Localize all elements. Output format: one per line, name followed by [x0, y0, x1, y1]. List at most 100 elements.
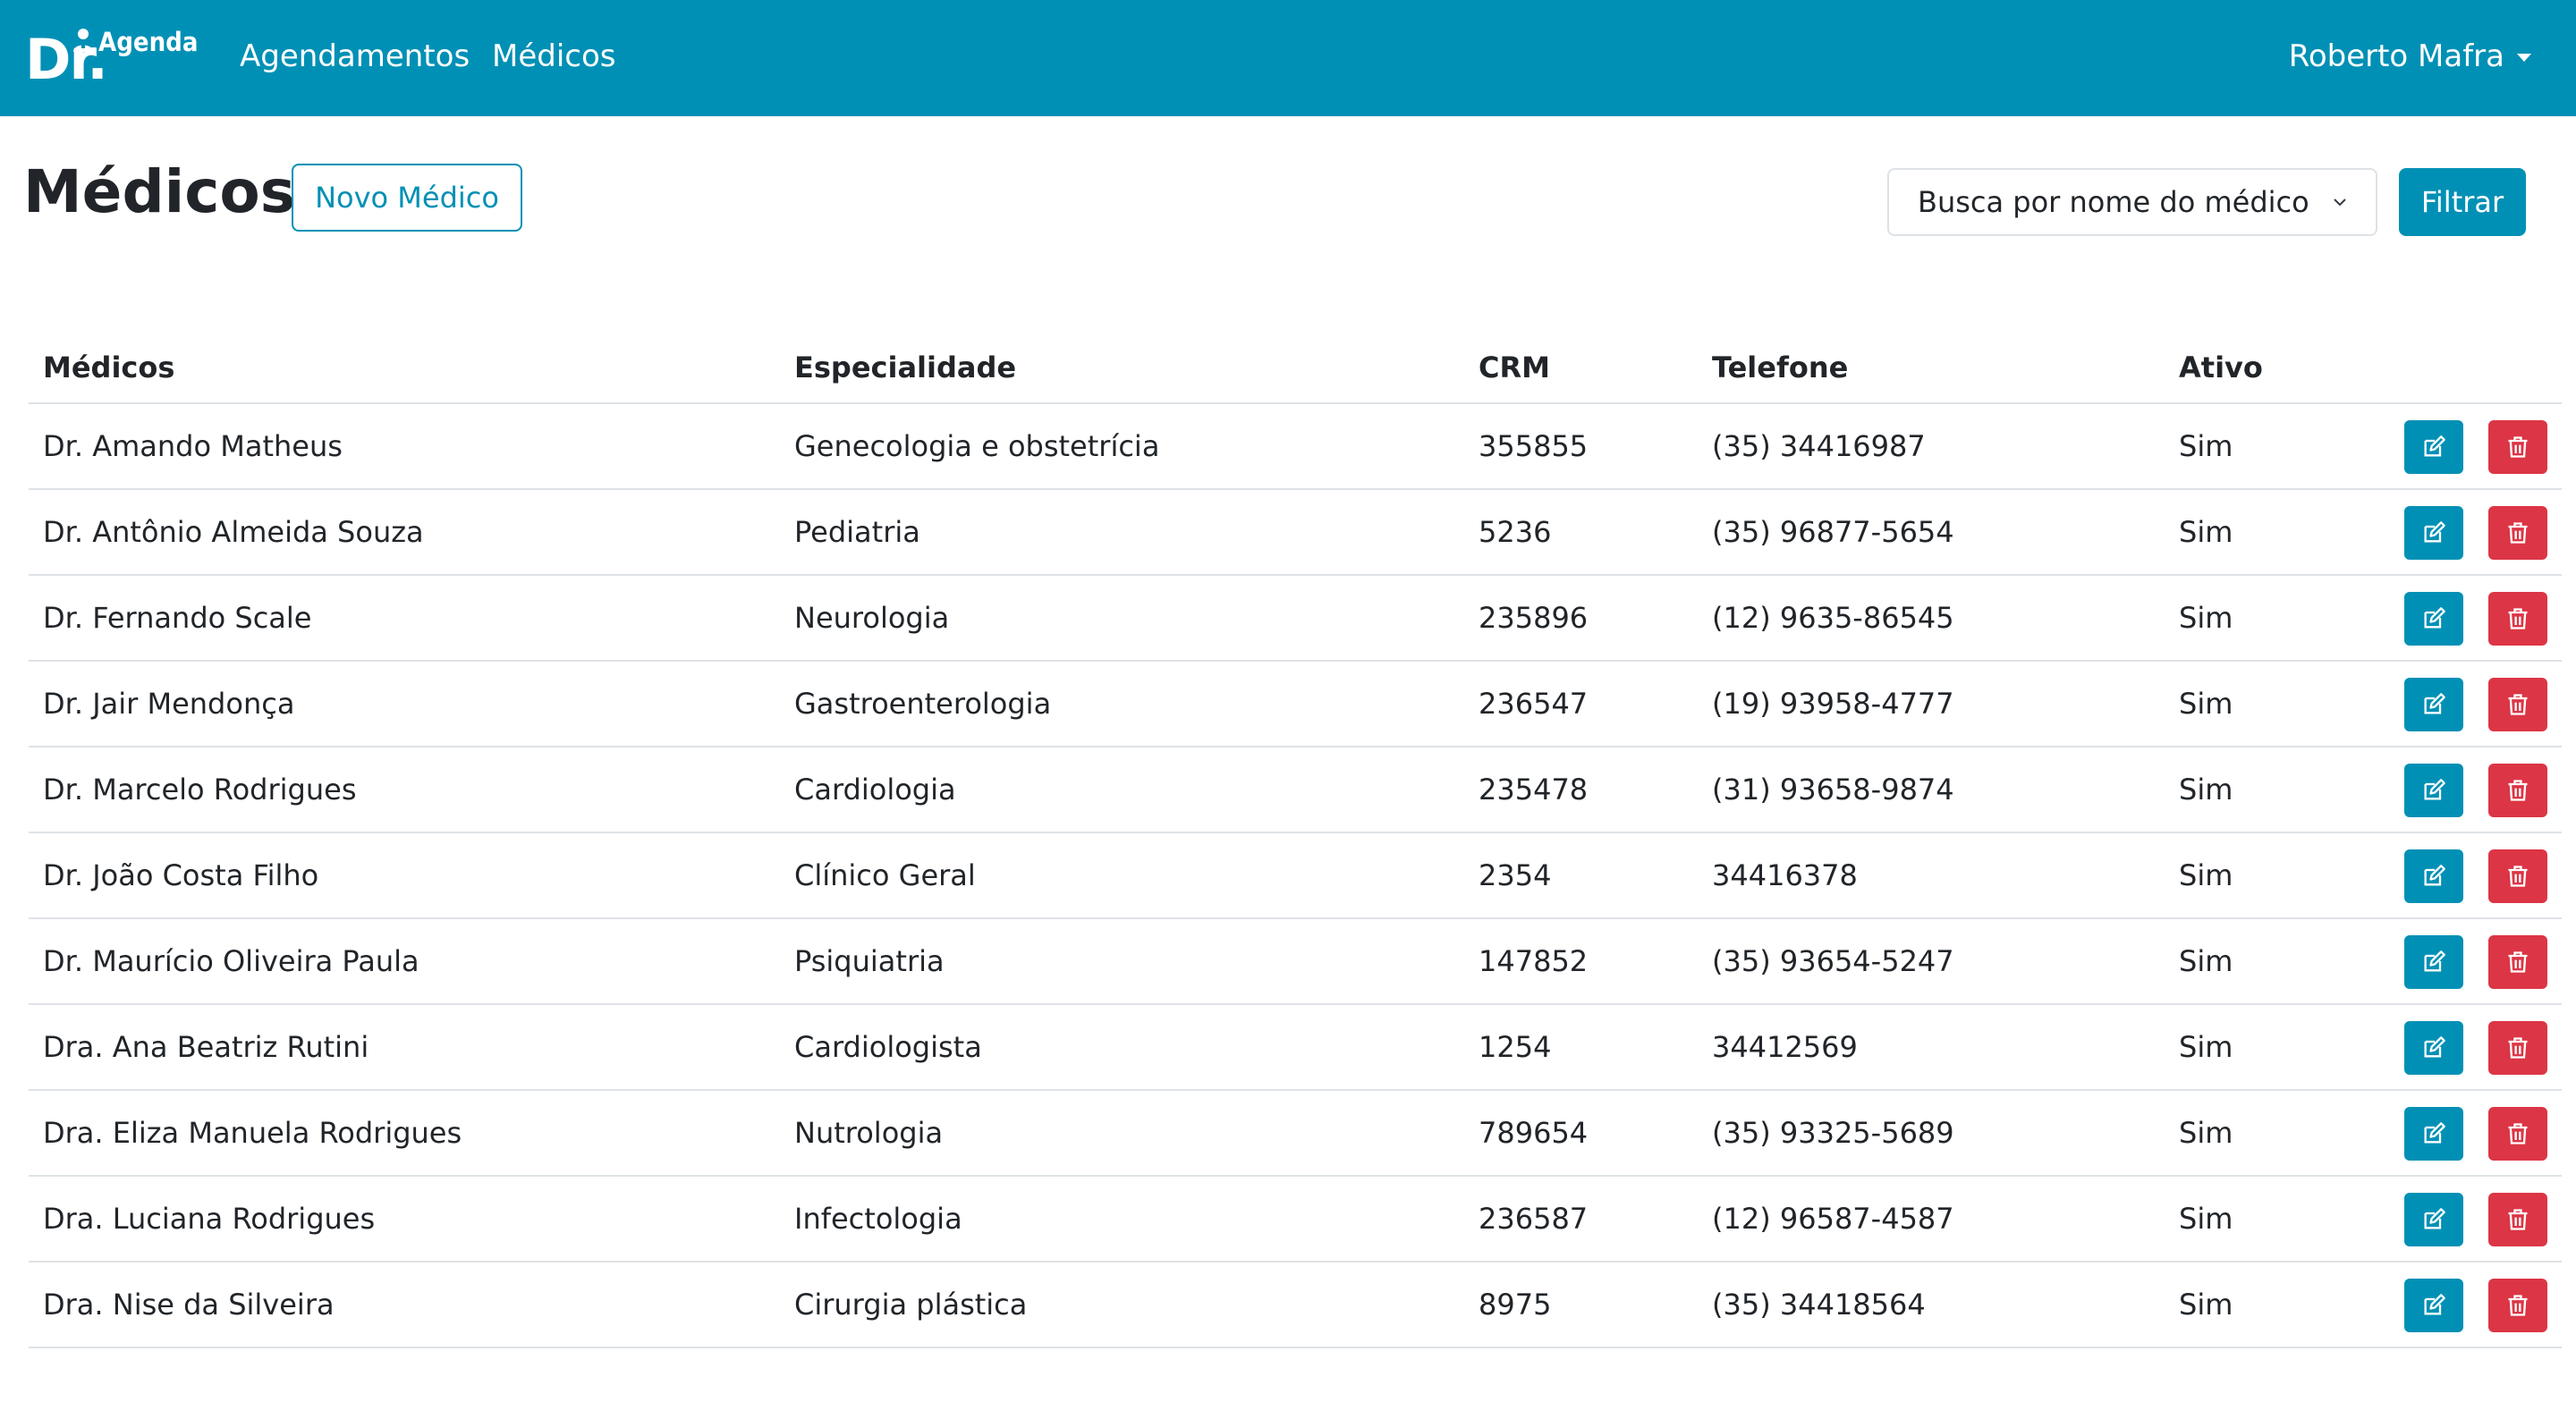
edit-button[interactable]	[2404, 1193, 2463, 1246]
doctor-phone: (35) 34416987	[1712, 429, 1926, 463]
edit-button[interactable]	[2404, 592, 2463, 646]
edit-icon	[2421, 950, 2446, 975]
trash-icon	[2505, 1207, 2530, 1232]
header-telefone: Telefone	[1712, 350, 1849, 384]
table-row: Dr. Fernando Scale Neurologia 235896 (12) 9…	[29, 576, 2562, 662]
table-row: Dr. Amando Matheus Genecologia e obstetrí…	[29, 404, 2562, 490]
doctor-phone: (35) 96877-5654	[1712, 515, 1954, 549]
delete-button[interactable]	[2488, 506, 2547, 560]
edit-button[interactable]	[2404, 506, 2463, 560]
brand-agenda: Agenda	[98, 27, 199, 57]
doctor-name: Dr. Antônio Almeida Souza	[43, 515, 424, 549]
doctor-name: Dr. Marcelo Rodrigues	[43, 773, 357, 807]
doctor-active: Sim	[2179, 944, 2233, 978]
edit-button[interactable]	[2404, 935, 2463, 989]
table-row: Dra. Nise da Silveira Cirurgia plástica 89…	[29, 1263, 2562, 1348]
edit-button[interactable]	[2404, 1279, 2463, 1332]
doctor-specialty: Infectologia	[794, 1202, 962, 1236]
doctor-name: Dra. Eliza Manuela Rodrigues	[43, 1116, 462, 1150]
edit-icon	[2421, 778, 2446, 803]
doctor-name: Dr. Jair Mendonça	[43, 687, 295, 721]
delete-button[interactable]	[2488, 764, 2547, 817]
delete-button[interactable]	[2488, 1279, 2547, 1332]
table-row: Dra. Eliza Manuela Rodrigues Nutrologia 78…	[29, 1091, 2562, 1177]
doctor-name: Dr. Maurício Oliveira Paula	[43, 944, 419, 978]
brand-logo[interactable]: Dr. Agenda	[25, 25, 199, 89]
doctor-crm: 236587	[1479, 1202, 1589, 1236]
header-medicos: Médicos	[43, 350, 175, 384]
edit-icon	[2421, 606, 2446, 631]
doctor-specialty: Clínico Geral	[794, 858, 976, 892]
table-row: Dr. João Costa Filho Clínico Geral 2354 344…	[29, 833, 2562, 919]
filter-button[interactable]: Filtrar	[2399, 168, 2526, 236]
doctor-phone: (35) 93654-5247	[1712, 944, 1954, 978]
delete-button[interactable]	[2488, 1021, 2547, 1075]
edit-icon	[2421, 1293, 2446, 1318]
doctor-name: Dra. Luciana Rodrigues	[43, 1202, 376, 1236]
doctor-crm: 2354	[1479, 858, 1552, 892]
trash-icon	[2505, 1121, 2530, 1146]
doctor-specialty: Nutrologia	[794, 1116, 944, 1150]
doctor-phone: 34416378	[1712, 858, 1858, 892]
doctor-search-select[interactable]: Busca por nome do médico	[1887, 168, 2377, 236]
doctor-active: Sim	[2179, 1116, 2233, 1150]
user-menu-dropdown[interactable]: Roberto Mafra	[2289, 36, 2531, 77]
doctor-name: Dr. Fernando Scale	[43, 601, 312, 635]
doctor-specialty: Gastroenterologia	[794, 687, 1052, 721]
header-especialidade: Especialidade	[794, 350, 1017, 384]
header-ativo: Ativo	[2179, 350, 2263, 384]
doctor-crm: 1254	[1479, 1030, 1552, 1064]
table-row: Dra. Luciana Rodrigues Infectologia 236587…	[29, 1177, 2562, 1263]
trash-icon	[2505, 778, 2530, 803]
edit-button[interactable]	[2404, 420, 2463, 474]
edit-button[interactable]	[2404, 1021, 2463, 1075]
page-title: Médicos	[23, 157, 296, 226]
edit-button[interactable]	[2404, 764, 2463, 817]
edit-button[interactable]	[2404, 849, 2463, 903]
doctor-active: Sim	[2179, 429, 2233, 463]
caret-down-icon	[2517, 53, 2531, 62]
new-doctor-button[interactable]: Novo Médico	[292, 164, 522, 232]
doctor-phone: (35) 34418564	[1712, 1288, 1926, 1322]
doctor-crm: 236547	[1479, 687, 1589, 721]
chevron-down-icon	[2334, 198, 2346, 207]
doctor-phone: (12) 9635-86545	[1712, 601, 1954, 635]
header-crm: CRM	[1479, 350, 1550, 384]
nav-link-agendamentos[interactable]: Agendamentos	[240, 36, 470, 77]
edit-button[interactable]	[2404, 678, 2463, 731]
delete-button[interactable]	[2488, 935, 2547, 989]
doctor-phone: (12) 96587-4587	[1712, 1202, 1954, 1236]
delete-button[interactable]	[2488, 1193, 2547, 1246]
doctor-name: Dra. Nise da Silveira	[43, 1288, 335, 1322]
delete-button[interactable]	[2488, 1107, 2547, 1161]
trash-icon	[2505, 435, 2530, 460]
delete-button[interactable]	[2488, 592, 2547, 646]
doctor-crm: 235478	[1479, 773, 1589, 807]
edit-icon	[2421, 692, 2446, 717]
doctor-name: Dra. Ana Beatriz Rutini	[43, 1030, 369, 1064]
user-name: Roberto Mafra	[2288, 38, 2504, 74]
trash-icon	[2505, 520, 2530, 545]
nav-link-medicos[interactable]: Médicos	[492, 36, 616, 77]
doctor-specialty: Neurologia	[794, 601, 950, 635]
doctor-crm: 789654	[1479, 1116, 1589, 1150]
top-navbar: Dr. Agenda Agendamentos Médicos Roberto …	[0, 0, 2576, 116]
doctor-crm: 355855	[1479, 429, 1589, 463]
doctor-phone: (19) 93958-4777	[1712, 687, 1954, 721]
trash-icon	[2505, 950, 2530, 975]
delete-button[interactable]	[2488, 420, 2547, 474]
table-row: Dra. Ana Beatriz Rutini Cardiologista 1254…	[29, 1005, 2562, 1091]
table-row: Dr. Antônio Almeida Souza Pediatria 5236 (3…	[29, 490, 2562, 576]
edit-icon	[2421, 864, 2446, 889]
table-row: Dr. Marcelo Rodrigues Cardiologia 235478 (3…	[29, 747, 2562, 833]
doctor-specialty: Genecologia e obstetrícia	[794, 429, 1160, 463]
edit-icon	[2421, 1035, 2446, 1060]
delete-button[interactable]	[2488, 849, 2547, 903]
doctor-crm: 8975	[1479, 1288, 1552, 1322]
table-row: Dr. Jair Mendonça Gastroenterologia 236547…	[29, 662, 2562, 747]
doctor-specialty: Psiquiatria	[794, 944, 945, 978]
doctor-specialty: Cirurgia plástica	[794, 1288, 1028, 1322]
doctor-active: Sim	[2179, 858, 2233, 892]
edit-button[interactable]	[2404, 1107, 2463, 1161]
delete-button[interactable]	[2488, 678, 2547, 731]
